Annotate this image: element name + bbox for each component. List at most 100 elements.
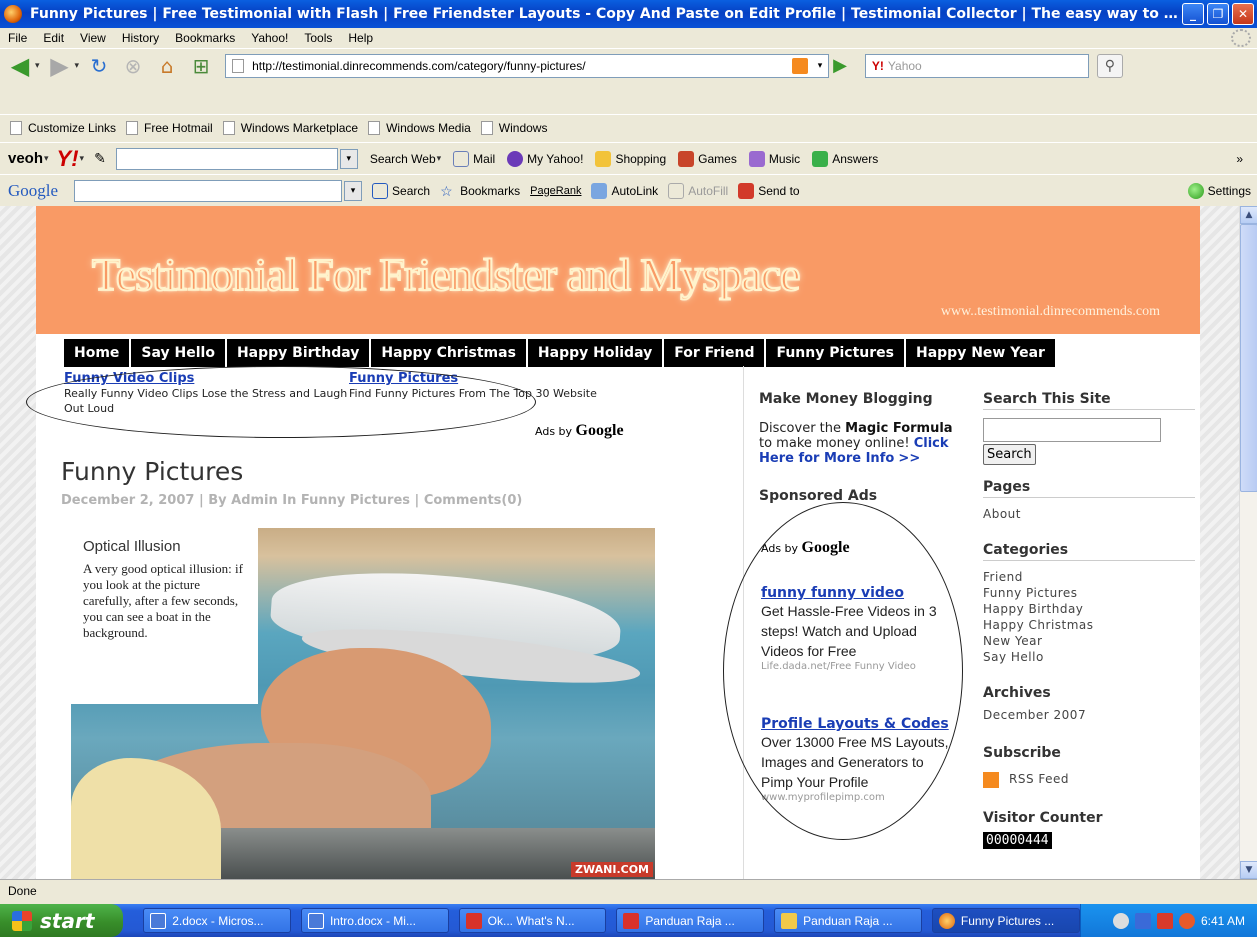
music-label: Music xyxy=(768,151,801,166)
site-search-button[interactable]: Search xyxy=(983,444,1036,465)
menu-file[interactable]: File xyxy=(0,31,35,45)
google-search-dropdown-icon[interactable]: ▾ xyxy=(344,180,363,201)
autofill-button[interactable]: AutoFill xyxy=(668,182,728,199)
search-go-button[interactable]: ⚲ xyxy=(1096,53,1123,78)
clock[interactable]: 6:41 AM xyxy=(1201,914,1245,928)
nav-happy-holiday[interactable]: Happy Holiday xyxy=(527,339,665,367)
minimize-button[interactable]: _ xyxy=(1182,3,1204,25)
nav-for-friend[interactable]: For Friend xyxy=(664,339,767,367)
taskbar-item-pdf-2[interactable]: Panduan Raja ... xyxy=(616,908,765,933)
money-arrow[interactable]: >> xyxy=(898,451,920,466)
bookmark-customize-links[interactable]: Customize Links xyxy=(10,120,116,135)
menu-bookmarks[interactable]: Bookmarks xyxy=(167,31,243,45)
rss-feed-link[interactable]: RSS Feed xyxy=(983,771,1195,788)
new-tab-button[interactable]: ⊞ xyxy=(187,52,215,80)
bookmark-windows[interactable]: Windows xyxy=(480,120,547,135)
search-engine-icon[interactable]: Y! xyxy=(872,59,884,73)
settings-status-icon xyxy=(1187,182,1204,199)
stop-button[interactable]: ⊗ xyxy=(119,52,147,80)
nav-home[interactable]: Home xyxy=(64,339,132,367)
taskbar-item-folder[interactable]: Panduan Raja ... xyxy=(774,908,922,933)
url-text[interactable]: http://testimonial.dinrecommends.com/cat… xyxy=(252,59,792,73)
archive-december-2007[interactable]: December 2007 xyxy=(983,707,1195,723)
back-dropdown-icon[interactable]: ▾ xyxy=(35,61,40,71)
menu-help[interactable]: Help xyxy=(340,31,381,45)
category-friend[interactable]: Friend xyxy=(983,569,1195,585)
category-funny-pictures[interactable]: Funny Pictures xyxy=(983,585,1195,601)
google-logo[interactable]: Google xyxy=(8,181,58,201)
yahoo-dropdown-icon[interactable]: ▾ xyxy=(80,153,85,164)
nav-happy-christmas[interactable]: Happy Christmas xyxy=(371,339,528,367)
toolbar-overflow-icon[interactable]: » xyxy=(1236,152,1243,166)
my-yahoo-button[interactable]: My Yahoo! xyxy=(507,150,583,167)
veoh-logo[interactable]: veoh xyxy=(8,150,43,167)
taskbar-item-firefox[interactable]: Funny Pictures ... xyxy=(931,908,1080,933)
pencil-icon[interactable]: ✎ xyxy=(94,150,106,167)
start-button[interactable]: start xyxy=(0,904,124,937)
taskbar-item-word-1[interactable]: 2.docx - Micros... xyxy=(143,908,291,933)
yahoo-logo-icon[interactable]: Y! xyxy=(57,146,79,172)
site-search-input[interactable] xyxy=(983,418,1161,442)
scroll-down-icon[interactable]: ▼ xyxy=(1240,861,1257,879)
settings-button[interactable]: Settings xyxy=(1187,182,1251,199)
pagerank-button[interactable]: PageRank xyxy=(530,185,581,197)
tray-app-icon[interactable] xyxy=(1178,912,1195,929)
scroll-thumb[interactable] xyxy=(1240,224,1257,492)
forward-button[interactable]: ▶ xyxy=(46,52,74,80)
network-icon[interactable] xyxy=(1134,912,1151,929)
veoh-dropdown-icon[interactable]: ▾ xyxy=(44,153,49,164)
vertical-scrollbar[interactable]: ▲ ▼ xyxy=(1239,206,1257,879)
bookmark-windows-marketplace[interactable]: Windows Marketplace xyxy=(222,120,358,135)
ads-by-google[interactable]: Ads by Google xyxy=(535,422,624,440)
bookmarks-button[interactable]: ☆ Bookmarks xyxy=(440,183,520,199)
menu-tools[interactable]: Tools xyxy=(296,31,340,45)
menu-history[interactable]: History xyxy=(114,31,167,45)
bookmark-windows-media[interactable]: Windows Media xyxy=(368,120,471,135)
yahoo-search-input[interactable] xyxy=(115,147,338,170)
menu-yahoo[interactable]: Yahoo! xyxy=(243,31,296,45)
tray-arrow-icon[interactable] xyxy=(1112,912,1129,929)
category-say-hello[interactable]: Say Hello xyxy=(983,649,1195,665)
back-button[interactable]: ◀ xyxy=(6,52,34,80)
restore-button[interactable]: ❐ xyxy=(1207,3,1229,25)
subscribe-heading: Subscribe xyxy=(983,745,1061,761)
google-search-input[interactable] xyxy=(74,179,343,202)
yahoo-search-dropdown-icon[interactable]: ▾ xyxy=(339,148,358,169)
bookmark-free-hotmail[interactable]: Free Hotmail xyxy=(126,120,213,135)
nav-funny-pictures[interactable]: Funny Pictures xyxy=(766,339,906,367)
close-button[interactable]: ✕ xyxy=(1232,3,1254,25)
home-button[interactable]: ⌂ xyxy=(153,52,181,80)
forward-dropdown-icon[interactable]: ▾ xyxy=(75,61,80,71)
music-icon xyxy=(748,150,765,167)
nav-say-hello[interactable]: Say Hello xyxy=(131,339,227,367)
search-web-button[interactable]: Search Web ▾ xyxy=(370,152,441,166)
category-happy-christmas[interactable]: Happy Christmas xyxy=(983,617,1195,633)
games-button[interactable]: Games xyxy=(678,150,737,167)
page-link-about[interactable]: About xyxy=(983,506,1195,522)
google-search-button[interactable]: Search xyxy=(372,182,430,199)
nav-happy-new-year[interactable]: Happy New Year xyxy=(906,339,1057,367)
shopping-button[interactable]: Shopping xyxy=(595,150,666,167)
kaspersky-icon[interactable] xyxy=(1156,912,1173,929)
nav-happy-birthday[interactable]: Happy Birthday xyxy=(226,339,372,367)
autolink-button[interactable]: AutoLink xyxy=(591,182,658,199)
taskbar-item-word-2[interactable]: Intro.docx - Mi... xyxy=(300,908,449,933)
scroll-up-icon[interactable]: ▲ xyxy=(1240,206,1257,224)
reload-button[interactable]: ↻ xyxy=(85,52,113,80)
answers-button[interactable]: Answers xyxy=(812,150,878,167)
category-new-year[interactable]: New Year xyxy=(983,633,1195,649)
send-to-button[interactable]: Send to xyxy=(738,182,800,199)
menu-view[interactable]: View xyxy=(72,31,114,45)
banner-title[interactable]: Testimonial For Friendster and Myspace xyxy=(91,248,801,301)
rss-icon[interactable] xyxy=(792,57,809,74)
go-button[interactable]: ▶ xyxy=(833,55,847,76)
taskbar-item-pdf-1[interactable]: Ok... What's N... xyxy=(458,908,607,933)
category-happy-birthday[interactable]: Happy Birthday xyxy=(983,601,1195,617)
address-bar[interactable]: http://testimonial.dinrecommends.com/cat… xyxy=(225,53,830,78)
url-dropdown-icon[interactable]: ▾ xyxy=(812,60,828,71)
menu-edit[interactable]: Edit xyxy=(35,31,72,45)
search-box[interactable]: Y! Yahoo xyxy=(864,53,1089,78)
mail-button[interactable]: Mail xyxy=(453,150,495,167)
music-button[interactable]: Music xyxy=(748,150,801,167)
post-title[interactable]: Funny Pictures xyxy=(61,457,243,486)
